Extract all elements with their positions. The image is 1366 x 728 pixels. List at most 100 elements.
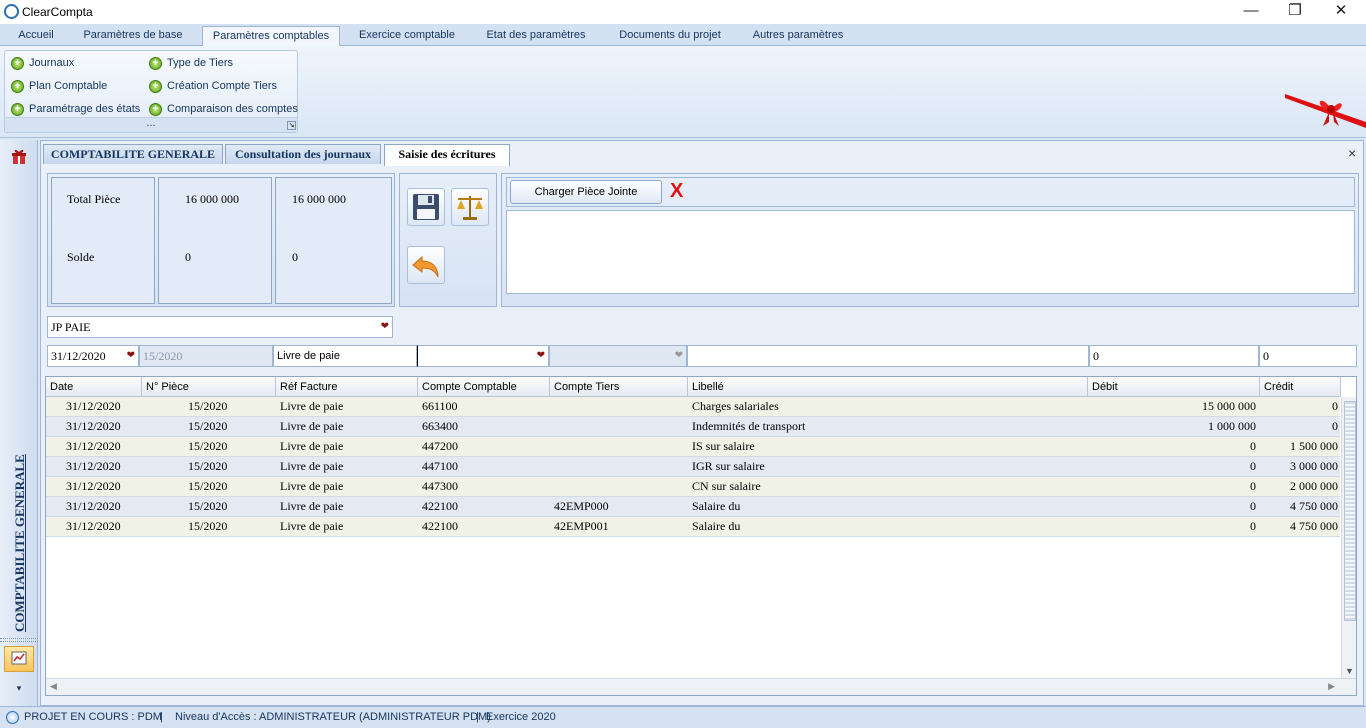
table-row[interactable]: 31/12/2020 15/2020 Livre de paie 447300 CN s…	[46, 477, 1340, 497]
scrollbar-thumb[interactable]	[1344, 401, 1356, 621]
cell-compte: 447200	[422, 439, 458, 453]
tab-exercice-comptable[interactable]: Exercice comptable	[350, 26, 464, 46]
cell-credit: 3 000 000	[1290, 459, 1338, 473]
cell-credit: 1 500 000	[1290, 439, 1338, 453]
table-row[interactable]: 31/12/2020 15/2020 Livre de paie 661100 Char…	[46, 397, 1340, 417]
cell-ref: Livre de paie	[280, 459, 344, 473]
cell-tiers	[550, 457, 688, 476]
column-header-ref[interactable]: Réf Facture	[276, 377, 418, 397]
tab-documents-du-projet[interactable]: Documents du projet	[608, 26, 732, 46]
attachment-preview	[506, 210, 1355, 294]
cell-ref: Livre de paie	[280, 479, 344, 493]
cell-date: 31/12/2020	[66, 399, 121, 413]
ribbon-item-creation-compte-tiers[interactable]: + Création Compte Tiers	[149, 77, 277, 95]
balance-button[interactable]	[451, 188, 489, 226]
entry-credit-input[interactable]: 0	[1259, 345, 1357, 367]
column-header-piece[interactable]: N° Pièce	[142, 377, 276, 397]
cell-date: 31/12/2020	[66, 479, 121, 493]
add-icon: +	[11, 80, 24, 93]
close-tab-icon[interactable]: ×	[1348, 145, 1356, 161]
table-row[interactable]: 31/12/2020 15/2020 Livre de paie 447200 IS s…	[46, 437, 1340, 457]
entry-libelle-input[interactable]	[687, 345, 1089, 367]
cell-date: 31/12/2020	[66, 459, 121, 473]
entry-compte-select[interactable]: ❤	[417, 345, 549, 367]
status-project: PROJET EN COURS : PDM	[24, 711, 162, 723]
ribbon-tab-bar: Accueil Paramètres de base Paramètres co…	[0, 24, 1366, 47]
undo-button[interactable]	[407, 246, 445, 284]
entry-debit-input[interactable]: 0	[1089, 345, 1259, 367]
ribbon-item-plan-comptable[interactable]: + Plan Comptable	[11, 77, 107, 95]
chevron-down-icon: ❤	[674, 350, 683, 361]
tab-accueil[interactable]: Accueil	[8, 26, 64, 46]
save-button[interactable]	[407, 188, 445, 226]
sidebar-section-label[interactable]: COMPTABILITE GENERALE	[12, 454, 28, 632]
ribbon-item-parametrage-des-etats[interactable]: + Paramétrage des états	[11, 100, 140, 118]
ribbon-group: + Journaux + Type de Tiers + Plan Comptable…	[4, 50, 298, 133]
chart-icon[interactable]	[4, 646, 34, 672]
cell-ref: Livre de paie	[280, 439, 344, 453]
restore-button[interactable]: ❐	[1272, 0, 1318, 24]
tab-autres-parametres[interactable]: Autres paramètres	[742, 26, 854, 46]
tab-etat-des-parametres[interactable]: Etat des paramètres	[474, 26, 598, 46]
vertical-scrollbar[interactable]: ▼	[1341, 397, 1356, 678]
gift-icon[interactable]	[10, 148, 28, 166]
ribbon-item-type-de-tiers[interactable]: + Type de Tiers	[149, 54, 233, 72]
status-bar: PROJET EN COURS : PDM | Niveau d'Accès :…	[0, 706, 1366, 728]
debit-totals-box: 16 000 000 0	[158, 177, 272, 304]
table-row[interactable]: 31/12/2020 15/2020 Livre de paie 447100 IGR …	[46, 457, 1340, 477]
cell-debit: 0	[1250, 519, 1256, 533]
undo-arrow-icon	[412, 255, 439, 278]
cell-piece: 15/2020	[188, 419, 228, 433]
column-header-debit[interactable]: Débit	[1088, 377, 1260, 397]
add-icon: +	[11, 57, 24, 70]
cell-compte: 447300	[422, 479, 458, 493]
scroll-left-icon[interactable]: ◀	[50, 681, 57, 692]
column-header-compte[interactable]: Compte Comptable	[418, 377, 550, 397]
delete-attachment-icon[interactable]: X	[670, 180, 683, 202]
globe-icon	[6, 711, 19, 724]
column-header-tiers[interactable]: Compte Tiers	[550, 377, 688, 397]
ribbon-item-journaux[interactable]: + Journaux	[11, 54, 74, 72]
journal-select[interactable]: JP PAIE ❤	[47, 316, 393, 338]
debit-total-value: 16 000 000	[185, 192, 239, 206]
load-attachment-button[interactable]: Charger Pièce Jointe	[510, 180, 662, 204]
column-header-credit[interactable]: Crédit	[1260, 377, 1341, 397]
cell-compte: 422100	[422, 519, 458, 533]
add-icon: +	[149, 57, 162, 70]
cell-ref: Livre de paie	[280, 419, 344, 433]
cell-debit: 0	[1250, 499, 1256, 513]
scroll-right-icon[interactable]: ▶	[1328, 681, 1335, 692]
entry-date-input[interactable]: 31/12/2020 ❤	[47, 345, 139, 367]
tab-parametres-comptables[interactable]: Paramètres comptables	[202, 26, 340, 47]
cell-piece: 15/2020	[188, 399, 228, 413]
cell-date: 31/12/2020	[66, 519, 121, 533]
cell-libelle: IS sur salaire	[692, 439, 755, 453]
sidebar-splitter[interactable]	[0, 638, 38, 642]
tab-comptabilite-generale[interactable]: COMPTABILITE GENERALE	[43, 144, 223, 164]
minimize-button[interactable]: —	[1228, 0, 1274, 24]
tab-consultation-des-journaux[interactable]: Consultation des journaux	[225, 144, 381, 164]
column-header-date[interactable]: Date	[46, 377, 142, 397]
close-window-button[interactable]: ✕	[1318, 0, 1364, 24]
tab-saisie-des-ecritures[interactable]: Saisie des écritures	[384, 144, 510, 166]
table-row[interactable]: 31/12/2020 15/2020 Livre de paie 663400 Inde…	[46, 417, 1340, 437]
ribbon-item-comparaison-des-comptes[interactable]: + Comparaison des comptes	[149, 100, 298, 118]
ribbon-panel: + Journaux + Type de Tiers + Plan Comptable…	[0, 46, 1366, 138]
tab-parametres-de-base[interactable]: Paramètres de base	[72, 26, 194, 46]
credit-totals-box: 16 000 000 0	[275, 177, 392, 304]
scroll-down-icon[interactable]: ▼	[1345, 666, 1354, 676]
cell-tiers: 42EMP000	[554, 499, 609, 513]
cell-libelle: Indemnités de transport	[692, 419, 806, 433]
table-row[interactable]: 31/12/2020 15/2020 Livre de paie 422100 42EM…	[46, 517, 1340, 537]
cell-piece: 15/2020	[188, 519, 228, 533]
dialog-launcher-icon[interactable]: ↘	[287, 121, 296, 130]
entry-tiers-select[interactable]: ❤	[549, 345, 687, 367]
horizontal-scrollbar[interactable]: ◀ ▶	[46, 678, 1356, 695]
cell-ref: Livre de paie	[280, 499, 344, 513]
chevron-down-icon[interactable]: ▾	[0, 678, 38, 698]
cell-libelle: IGR sur salaire	[692, 459, 765, 473]
cell-date: 31/12/2020	[66, 439, 121, 453]
column-header-libelle[interactable]: Libellé	[688, 377, 1088, 397]
table-row[interactable]: 31/12/2020 15/2020 Livre de paie 422100 42EM…	[46, 497, 1340, 517]
entry-ref-input[interactable]: Livre de paie	[273, 345, 417, 367]
